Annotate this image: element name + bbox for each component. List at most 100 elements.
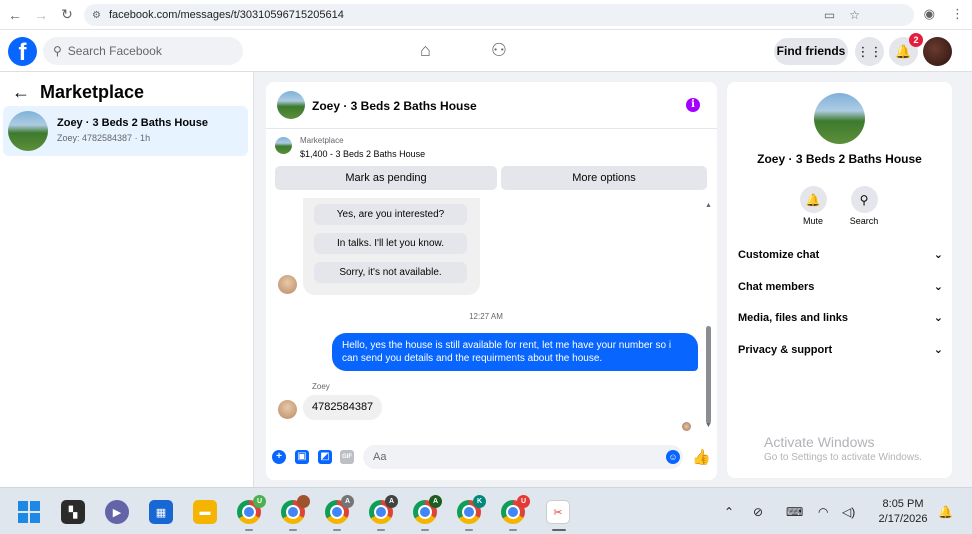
conversation-preview: Zoey: 4782584387 · 1h bbox=[57, 133, 151, 143]
back-icon[interactable]: ← bbox=[4, 4, 26, 26]
search-input[interactable]: ⚲ Search Facebook bbox=[43, 37, 243, 65]
chat-window: Zoey · 3 Beds 2 Baths House i Marketplac… bbox=[266, 82, 717, 480]
listing-thumbnail bbox=[275, 137, 292, 154]
quick-reply-interested[interactable]: Yes, are you interested? bbox=[314, 204, 467, 225]
address-bar[interactable]: ⚙ facebook.com/messages/t/30310596715205… bbox=[84, 4, 914, 26]
search-label: Search bbox=[849, 216, 879, 226]
listing-banner[interactable]: Marketplace $1,400 - 3 Beds 2 Baths Hous… bbox=[266, 129, 717, 166]
message-timestamp: 12:27 AM bbox=[469, 312, 503, 321]
profile-badge: A bbox=[429, 495, 442, 508]
listing-title: $1,400 - 3 Beds 2 Baths House bbox=[300, 149, 426, 159]
marketplace-sidebar: ← Marketplace Zoey · 3 Beds 2 Baths Hous… bbox=[0, 72, 254, 487]
chevron-down-icon: ⌄ bbox=[933, 281, 943, 293]
search-icon: ⚲ bbox=[850, 186, 878, 213]
clock-date: 2/17/2026 bbox=[878, 513, 928, 525]
details-title: Zoey · 3 Beds 2 Baths House bbox=[757, 152, 922, 166]
scroll-up-icon[interactable]: ▲ bbox=[705, 202, 712, 209]
system-clock[interactable]: 8:05 PM 2/17/2026 bbox=[868, 497, 938, 527]
home-icon[interactable]: ⌂ bbox=[420, 40, 431, 61]
network-off-icon[interactable]: ⊘ bbox=[753, 505, 763, 519]
running-indicator bbox=[289, 529, 297, 531]
task-view-icon[interactable]: ▚ bbox=[61, 500, 85, 524]
keyboard-icon[interactable]: ⌨ bbox=[786, 505, 803, 519]
profile-badge: U bbox=[517, 495, 530, 508]
find-friends-button[interactable]: Find friends bbox=[774, 38, 848, 65]
seen-indicator-avatar bbox=[682, 422, 691, 431]
friends-icon[interactable]: ⚇ bbox=[491, 40, 507, 61]
url-text: facebook.com/messages/t/3031059671520561… bbox=[108, 9, 344, 21]
store-icon[interactable]: ▦ bbox=[149, 500, 173, 524]
volume-icon[interactable]: ◁) bbox=[842, 505, 855, 519]
notifications-button[interactable]: 🔔 2 bbox=[889, 33, 923, 66]
profile-badge: A bbox=[385, 495, 398, 508]
forward-icon[interactable]: → bbox=[30, 4, 52, 26]
emoji-icon[interactable]: ☺ bbox=[666, 450, 680, 464]
file-explorer-icon[interactable]: ▬ bbox=[193, 500, 217, 524]
activate-windows-title: Activate Windows bbox=[764, 434, 875, 450]
gif-icon[interactable]: GIF bbox=[340, 450, 354, 464]
profile-badge bbox=[297, 495, 310, 508]
search-icon: ⚲ bbox=[53, 44, 62, 58]
search-placeholder: Search Facebook bbox=[67, 44, 162, 58]
cast-icon[interactable]: ▭ bbox=[824, 8, 835, 22]
customize-chat-row[interactable]: Customize chat ⌄ bbox=[738, 244, 943, 266]
scroll-thumb[interactable] bbox=[706, 326, 711, 424]
profile-icon[interactable]: ◉ bbox=[924, 6, 935, 22]
sender-avatar bbox=[278, 400, 297, 419]
quick-reply-in-talks[interactable]: In talks. I'll let you know. bbox=[314, 233, 467, 254]
chat-title[interactable]: Zoey · 3 Beds 2 Baths House bbox=[312, 99, 477, 113]
privacy-support-row[interactable]: Privacy & support ⌄ bbox=[738, 339, 943, 361]
clock-time: 8:05 PM bbox=[882, 498, 924, 510]
media-files-row[interactable]: Media, files and links ⌄ bbox=[738, 307, 943, 329]
more-options-button[interactable]: More options bbox=[501, 166, 707, 190]
back-arrow-icon[interactable]: ← bbox=[12, 82, 30, 103]
running-indicator bbox=[509, 529, 517, 531]
chat-members-row[interactable]: Chat members ⌄ bbox=[738, 276, 943, 298]
conversation-item[interactable]: Zoey · 3 Beds 2 Baths House Zoey: 478258… bbox=[3, 106, 248, 156]
chevron-up-icon[interactable]: ⌃ bbox=[724, 505, 734, 519]
quick-reply-not-available[interactable]: Sorry, it's not available. bbox=[314, 262, 467, 283]
profile-badge: K bbox=[473, 495, 486, 508]
conversation-title: Zoey · 3 Beds 2 Baths House bbox=[57, 117, 208, 129]
plus-icon[interactable]: + bbox=[272, 450, 286, 464]
search-conversation-button[interactable]: ⚲ Search bbox=[839, 186, 889, 226]
outgoing-message[interactable]: Hello, yes the house is still available … bbox=[332, 333, 698, 371]
bookmark-star-icon[interactable]: ☆ bbox=[849, 8, 860, 22]
page-scrollbar[interactable] bbox=[964, 72, 972, 487]
browser-toolbar: ← → ↻ ⚙ facebook.com/messages/t/30310596… bbox=[0, 0, 972, 30]
reload-icon[interactable]: ↻ bbox=[56, 4, 78, 26]
chrome-menu-icon[interactable]: ⋮ bbox=[951, 6, 964, 22]
site-info-icon[interactable]: ⚙ bbox=[92, 10, 101, 21]
bell-icon: 🔔 bbox=[895, 43, 912, 59]
menu-grid-icon[interactable]: ⋮⋮ bbox=[855, 37, 884, 66]
photo-icon[interactable]: ▣ bbox=[295, 450, 309, 464]
wifi-icon[interactable]: ◠ bbox=[818, 505, 828, 519]
running-indicator bbox=[421, 529, 429, 531]
message-input[interactable]: Aa bbox=[363, 445, 683, 469]
details-avatar[interactable] bbox=[814, 93, 865, 144]
chat-scrollbar[interactable]: ▲ ▼ bbox=[705, 202, 712, 430]
account-avatar[interactable] bbox=[923, 37, 952, 66]
mark-pending-button[interactable]: Mark as pending bbox=[275, 166, 497, 190]
conversation-details-panel: Zoey · 3 Beds 2 Baths House 🔔 Mute ⚲ Sea… bbox=[727, 82, 952, 478]
facebook-logo-icon[interactable]: f bbox=[8, 37, 37, 66]
facebook-header: f ⚲ Search Facebook ⌂ ⚇ Find friends ⋮⋮ … bbox=[0, 30, 972, 72]
chat-avatar[interactable] bbox=[277, 91, 305, 119]
notification-badge: 2 bbox=[909, 33, 923, 47]
chevron-down-icon: ⌄ bbox=[933, 344, 943, 356]
sticker-icon[interactable]: ◩ bbox=[318, 450, 332, 464]
mute-button[interactable]: 🔔 Mute bbox=[788, 186, 838, 226]
like-thumb-icon[interactable]: 👍 bbox=[692, 448, 711, 466]
notification-bell-icon[interactable]: 🔔 bbox=[938, 505, 953, 519]
running-indicator bbox=[377, 529, 385, 531]
windows-start-icon[interactable] bbox=[17, 500, 41, 524]
incoming-message[interactable]: 4782584387 bbox=[303, 395, 383, 420]
sidebar-header: ← Marketplace bbox=[12, 82, 144, 103]
scroll-down-icon[interactable]: ▼ bbox=[705, 422, 712, 429]
running-indicator bbox=[245, 529, 253, 531]
row-label: Chat members bbox=[738, 281, 815, 293]
teams-icon[interactable]: ▶ bbox=[105, 500, 129, 524]
running-indicator bbox=[333, 529, 341, 531]
snipping-tool-icon[interactable]: ✂ bbox=[546, 500, 570, 524]
info-icon[interactable]: i bbox=[686, 98, 700, 112]
